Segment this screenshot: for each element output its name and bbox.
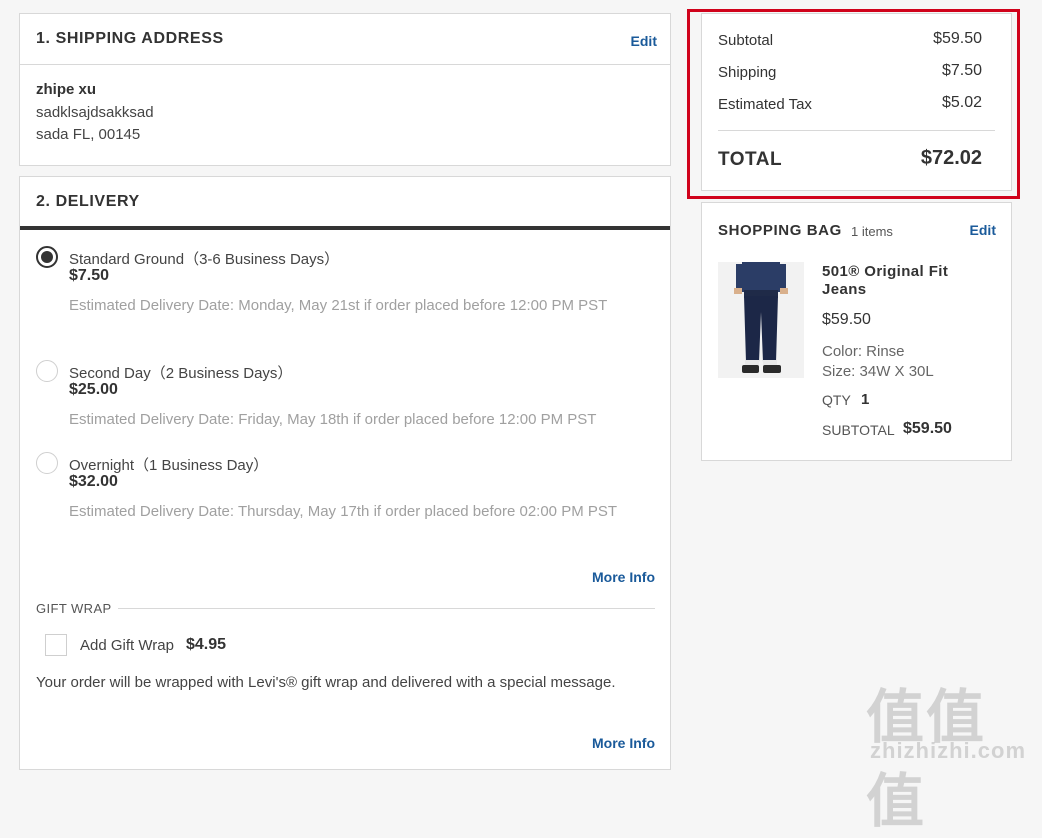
address-line1: sadklsajdsakksad (36, 104, 154, 121)
jeans-model-image (734, 262, 788, 373)
gift-wrap-heading: GIFT WRAP (36, 601, 112, 616)
second-day-price: $25.00 (69, 381, 118, 398)
delivery-heading: 2. DELIVERY (36, 193, 140, 210)
shipping-divider (20, 64, 670, 65)
shopping-bag-count: 1 items (851, 224, 893, 239)
shipping-value: $7.50 (941, 62, 982, 79)
product-qty-label: QTY (822, 392, 851, 408)
gift-wrap-more-info-link[interactable]: More Info (592, 735, 655, 751)
edit-shipping-address-link[interactable]: Edit (631, 33, 657, 49)
gift-wrap-price: $4.95 (186, 636, 227, 653)
summary-divider (718, 130, 995, 131)
address-name: zhipe xu (36, 81, 97, 98)
shopping-bag-heading: SHOPPING BAG (718, 222, 842, 239)
gift-wrap-description: Your order will be wrapped with Levi's® … (36, 674, 616, 691)
second-day-radio[interactable] (36, 360, 58, 382)
delivery-panel: 2. DELIVERY Standard Ground（3-6 Business… (19, 176, 671, 770)
shipping-label: Shipping (718, 64, 777, 81)
product-subtotal-label: SUBTOTAL (822, 422, 895, 438)
product-size: Size: 34W X 30L (822, 363, 934, 380)
watermark-domain: zhizhizhi.com (870, 738, 1026, 763)
product-price: $59.50 (822, 311, 871, 328)
second-day-label: Second Day（2 Business Days） (69, 365, 293, 382)
overnight-price: $32.00 (69, 473, 118, 490)
standard-label: Standard Ground（3-6 Business Days） (69, 251, 340, 268)
order-summary-panel: Subtotal $59.50 Shipping $7.50 Estimated… (701, 13, 1012, 191)
overnight-estimate: Estimated Delivery Date: Thursday, May 1… (69, 503, 618, 520)
delivery-option-overnight[interactable]: Overnight（1 Business Day） $32.00 Estimat… (20, 449, 670, 547)
delivery-more-info-link[interactable]: More Info (592, 569, 655, 585)
subtotal-value: $59.50 (933, 30, 982, 47)
second-day-estimate: Estimated Delivery Date: Friday, May 18t… (69, 411, 597, 428)
standard-radio[interactable] (36, 246, 58, 268)
gift-wrap-checkbox[interactable] (45, 634, 67, 656)
edit-bag-link[interactable]: Edit (970, 222, 996, 238)
subtotal-label: Subtotal (718, 32, 774, 49)
total-label: TOTAL (718, 149, 783, 170)
gift-wrap-label: Add Gift Wrap (80, 637, 174, 654)
tax-label: Estimated Tax (718, 96, 812, 113)
product-subtotal-value: $59.50 (903, 420, 952, 437)
total-value: $72.02 (920, 147, 982, 169)
shopping-bag-panel: SHOPPING BAG 1 items Edit 501® Original … (701, 202, 1012, 461)
product-image[interactable] (718, 262, 804, 378)
delivery-heading-underline (20, 226, 670, 230)
shipping-address-panel: 1. SHIPPING ADDRESS Edit zhipe xu sadkls… (19, 13, 671, 166)
product-color: Color: Rinse (822, 343, 905, 360)
overnight-radio[interactable] (36, 452, 58, 474)
gift-wrap-option[interactable]: Add Gift Wrap $4.95 (20, 632, 670, 660)
standard-estimate: Estimated Delivery Date: Monday, May 21s… (69, 297, 608, 314)
delivery-option-second-day[interactable]: Second Day（2 Business Days） $25.00 Estim… (20, 357, 670, 437)
overnight-label: Overnight（1 Business Day） (69, 457, 269, 474)
product-qty-value: 1 (861, 391, 870, 408)
address-line2: sada FL, 00145 (36, 126, 141, 143)
product-name[interactable]: 501® Original Fit Jeans (822, 263, 972, 299)
gift-wrap-divider (118, 608, 655, 609)
shipping-address-heading: 1. SHIPPING ADDRESS (36, 30, 224, 47)
delivery-option-standard[interactable]: Standard Ground（3-6 Business Days） $7.50… (20, 243, 670, 341)
tax-value: $5.02 (941, 94, 982, 111)
standard-price: $7.50 (69, 267, 110, 284)
